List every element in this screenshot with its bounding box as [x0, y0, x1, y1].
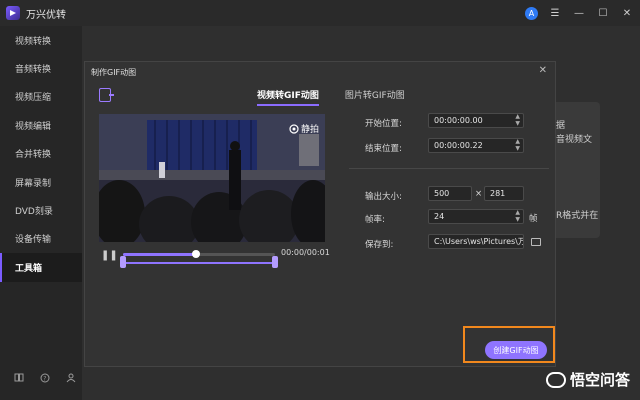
- width-value: 500: [434, 189, 450, 198]
- sidebar-item-label: 视频编辑: [15, 121, 52, 132]
- camera-icon: [289, 123, 299, 134]
- sidebar-item-label: 视频压缩: [15, 93, 52, 104]
- save-path-field[interactable]: C:\Users\ws\Pictures\万: [428, 234, 524, 249]
- sidebar-item-merge[interactable]: 合并转换: [0, 140, 82, 168]
- sidebar-item-label: 合并转换: [15, 150, 52, 161]
- sidebar-item-video-compress[interactable]: 视频压缩: [0, 83, 82, 111]
- user-avatar-icon[interactable]: A: [525, 6, 538, 20]
- start-position-field[interactable]: 00:00:00.00 ▲ ▼: [428, 113, 524, 128]
- chat-bubble-icon: [545, 371, 566, 388]
- snapshot-label: 静拍: [300, 125, 319, 135]
- title-bar: 万兴优转 A ☰ — ☐ ✕: [0, 0, 640, 26]
- spin-arrows-icon[interactable]: ▲ ▼: [515, 139, 520, 152]
- sidebar-item-label: 视频转换: [15, 36, 52, 47]
- playback-controls: ❚❚ 00:00/00:01: [99, 248, 330, 272]
- app-title: 万兴优转: [26, 9, 66, 21]
- sidebar: 视频转换 音频转换 视频压缩 视频编辑 合并转换 屏幕录制 DVD刻录 设备传输…: [0, 26, 82, 400]
- tool-card-text: 音视频文: [556, 135, 593, 145]
- close-icon[interactable]: ✕: [620, 6, 634, 20]
- trim-range: [120, 256, 278, 268]
- save-path-value: C:\Users\ws\Pictures\万: [434, 237, 524, 246]
- highlight-box: [463, 326, 555, 363]
- sidebar-item-label: DVD刻录: [15, 207, 53, 218]
- menu-icon[interactable]: ☰: [548, 6, 562, 20]
- divider: [349, 168, 549, 169]
- watermark: 悟空问答: [545, 369, 630, 390]
- timecode: 00:00/00:01: [281, 248, 330, 257]
- sidebar-item-device-transfer[interactable]: 设备传输: [0, 225, 82, 253]
- sidebar-item-label: 屏幕录制: [15, 178, 52, 189]
- frame-rate-value: 24: [434, 212, 445, 221]
- frame-rate-label: 帧率:: [365, 215, 385, 225]
- maximize-icon[interactable]: ☐: [596, 6, 610, 20]
- seek-bar-fill: [123, 253, 196, 256]
- start-position-value: 00:00:00.00: [434, 116, 483, 125]
- trim-start-handle[interactable]: [120, 256, 126, 268]
- sidebar-item-label: 工具箱: [15, 263, 43, 274]
- seek-knob[interactable]: [191, 250, 200, 258]
- watermark-text: 悟空问答: [569, 371, 630, 389]
- frame-rate-field[interactable]: 24 ▲ ▼: [428, 209, 524, 224]
- dialog-title: 制作GIF动图: [91, 68, 137, 77]
- sidebar-item-label: 音频转换: [15, 65, 52, 76]
- close-icon[interactable]: ✕: [539, 65, 547, 76]
- tool-card-text: 据: [556, 121, 566, 131]
- minimize-icon[interactable]: —: [572, 6, 586, 20]
- height-field[interactable]: 281: [484, 186, 524, 201]
- end-position-field[interactable]: 00:00:00.22 ▲ ▼: [428, 138, 524, 153]
- tab-video-to-gif[interactable]: 视频转GIF动图: [257, 88, 319, 106]
- width-field[interactable]: 500: [428, 186, 472, 201]
- tab-image-to-gif[interactable]: 图片转GIF动图: [345, 88, 405, 106]
- frame-unit: 帧: [529, 214, 538, 224]
- tool-card-text: R格式并在: [556, 211, 599, 221]
- end-position-label: 结束位置:: [365, 144, 402, 154]
- spin-arrows-icon[interactable]: ▲ ▼: [515, 114, 520, 127]
- sidebar-item-video-convert[interactable]: 视频转换: [0, 26, 82, 54]
- sidebar-item-label: 设备传输: [15, 235, 52, 246]
- height-value: 281: [490, 189, 506, 198]
- folder-icon[interactable]: [531, 238, 541, 246]
- output-size-label: 输出大小:: [365, 192, 402, 202]
- sidebar-item-screen-record[interactable]: 屏幕录制: [0, 168, 82, 196]
- sidebar-item-toolbox[interactable]: 工具箱: [0, 253, 82, 282]
- svg-text:?: ?: [43, 375, 46, 382]
- app-logo-icon: [6, 6, 20, 20]
- snapshot-button[interactable]: 静拍: [289, 122, 319, 135]
- end-position-value: 00:00:00.22: [434, 141, 483, 150]
- gif-maker-dialog: 制作GIF动图 ✕ 视频转GIF动图 图片转GIF动图 静拍 ❚❚ 00:00/…: [84, 61, 556, 367]
- sidebar-item-dvd-burn[interactable]: DVD刻录: [0, 196, 82, 224]
- video-preview: 静拍: [99, 114, 325, 242]
- help-icon[interactable]: ?: [40, 373, 50, 386]
- save-to-label: 保存到:: [365, 240, 394, 250]
- times-symbol: ×: [475, 189, 483, 199]
- sidebar-item-audio-convert[interactable]: 音频转换: [0, 54, 82, 82]
- sidebar-item-video-edit[interactable]: 视频编辑: [0, 111, 82, 139]
- trim-end-handle[interactable]: [272, 256, 278, 268]
- export-file-icon[interactable]: [99, 88, 114, 102]
- start-position-label: 开始位置:: [365, 119, 402, 129]
- pause-icon[interactable]: ❚❚: [101, 250, 118, 261]
- book-icon[interactable]: [14, 373, 24, 386]
- spin-arrows-icon[interactable]: ▲ ▼: [515, 210, 520, 223]
- seek-bar[interactable]: [123, 250, 275, 258]
- users-icon[interactable]: [66, 373, 76, 386]
